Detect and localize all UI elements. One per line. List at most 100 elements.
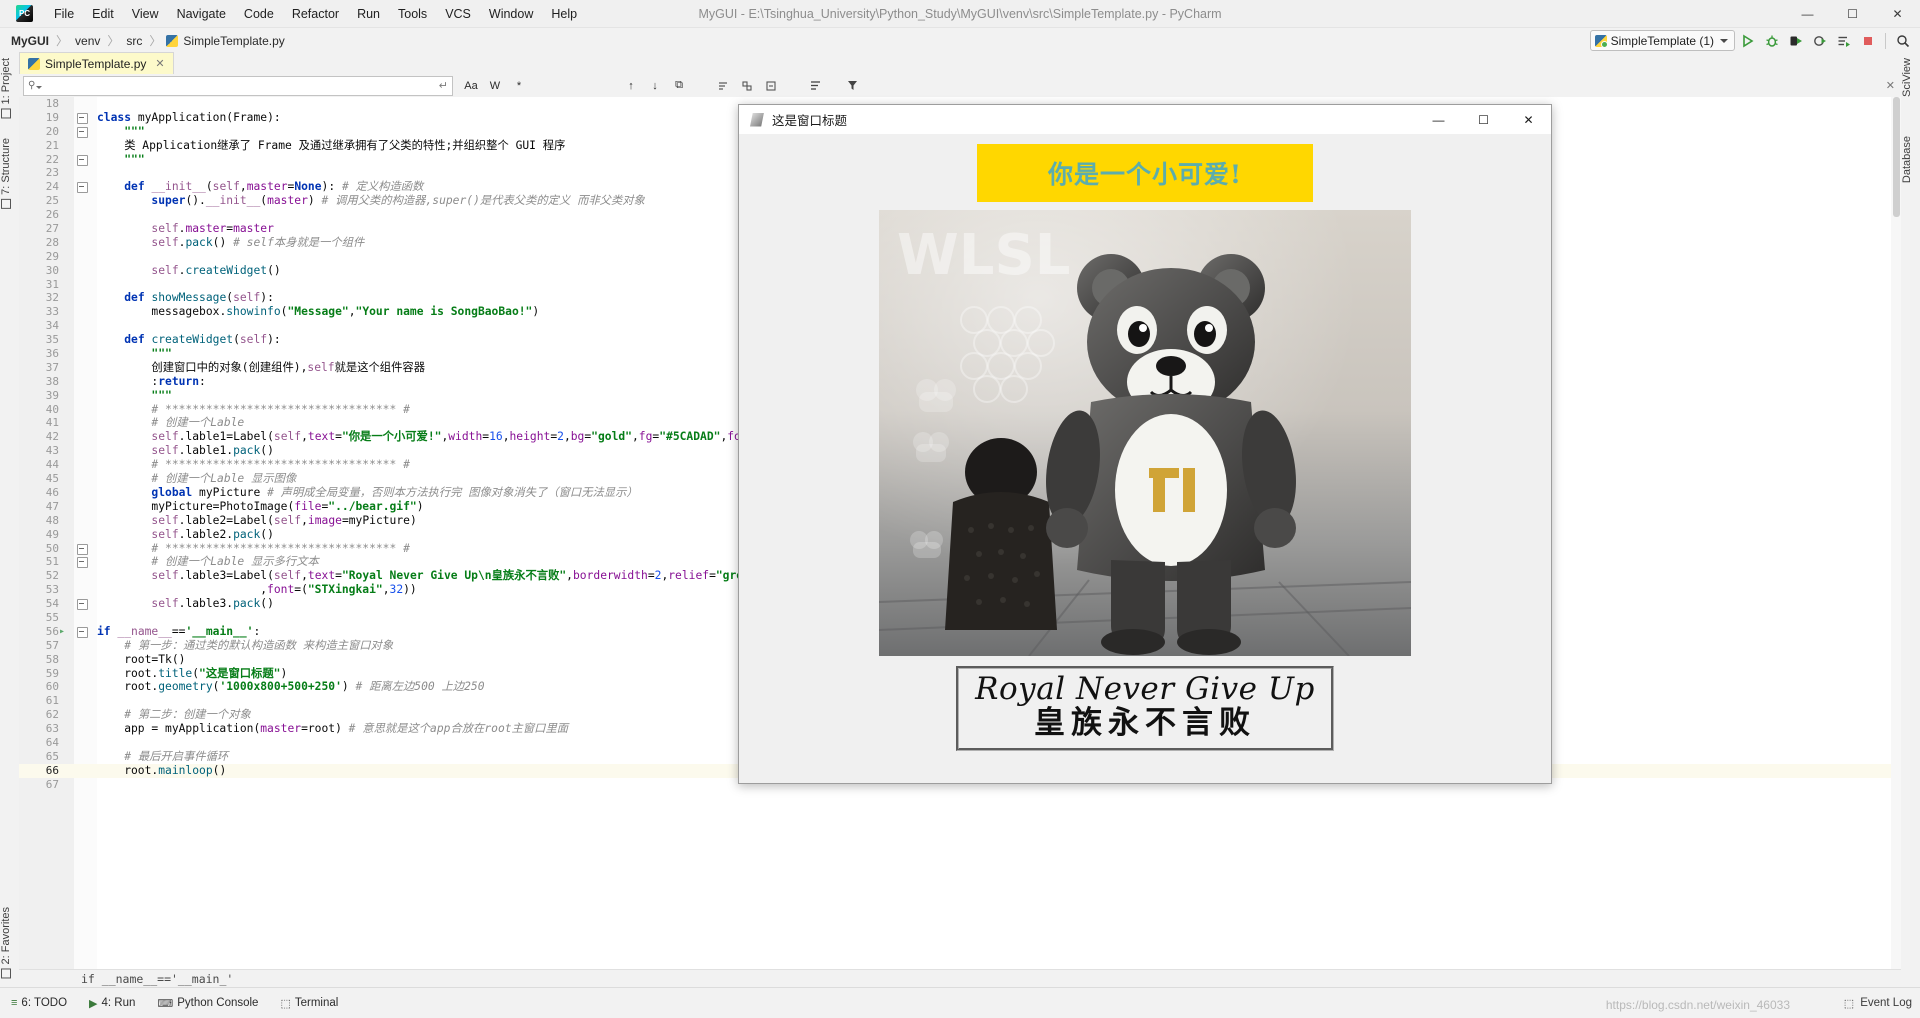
- status-run-label: 4: Run: [101, 997, 135, 1009]
- filter-button[interactable]: [841, 76, 863, 95]
- sort-alpha-button[interactable]: [804, 76, 826, 95]
- status-todo[interactable]: ≡ 6: TODO: [0, 992, 78, 1014]
- chevron-down-icon: [1720, 39, 1728, 43]
- sidebar-item-structure[interactable]: 7: Structure: [0, 134, 19, 213]
- move-down-button[interactable]: ↓: [644, 76, 666, 95]
- expand-button[interactable]: ⧉: [668, 76, 690, 95]
- settings-sync-button[interactable]: [712, 76, 734, 95]
- menu-tools[interactable]: Tools: [389, 4, 436, 24]
- line-number: 42: [19, 430, 59, 444]
- pycharm-logo-icon: PC: [16, 5, 33, 22]
- run-coverage-button[interactable]: [1785, 30, 1807, 52]
- line-number: 38: [19, 375, 59, 389]
- close-button[interactable]: ✕: [1875, 0, 1920, 27]
- editor-vertical-scrollbar[interactable]: [1891, 97, 1901, 988]
- breadcrumb: MyGUI 〉 venv 〉 src 〉 SimpleTemplate.py: [0, 32, 287, 49]
- sidebar-item-sciview[interactable]: SciView: [1901, 54, 1920, 101]
- pycharm-window: PC File Edit View Navigate Code Refactor…: [0, 0, 1920, 1018]
- close-icon[interactable]: ✕: [155, 57, 164, 70]
- tab-simpletemplate[interactable]: SimpleTemplate.py ✕: [19, 52, 174, 74]
- find-close-icon[interactable]: ✕: [1886, 79, 1895, 92]
- tk-window-controls: — ☐ ✕: [1416, 105, 1551, 134]
- star-icon: [1, 968, 11, 978]
- group-button[interactable]: [736, 76, 758, 95]
- line-number: 23: [19, 166, 59, 180]
- status-terminal[interactable]: ⬚ Terminal: [269, 992, 349, 1014]
- toolbar-divider: [1885, 33, 1886, 49]
- menu-edit[interactable]: Edit: [83, 4, 123, 24]
- menu-refactor[interactable]: Refactor: [283, 4, 348, 24]
- tk-label2-image: WLSL: [879, 210, 1411, 656]
- chevron-down-icon: [36, 86, 42, 89]
- fold-toggle-icon[interactable]: [77, 127, 88, 138]
- words-button[interactable]: W: [484, 76, 506, 95]
- run-button[interactable]: [1737, 30, 1759, 52]
- menu-window[interactable]: Window: [480, 4, 542, 24]
- search-input[interactable]: ⚲ ↵: [23, 76, 453, 96]
- line-number: 46: [19, 486, 59, 500]
- run-with-console-button[interactable]: [1833, 30, 1855, 52]
- tk-minimize-button[interactable]: —: [1416, 105, 1461, 134]
- fold-toggle-icon[interactable]: [77, 182, 88, 193]
- tk-maximize-button[interactable]: ☐: [1461, 105, 1506, 134]
- fold-toggle-icon[interactable]: [77, 557, 88, 568]
- status-python-console[interactable]: ⌨ Python Console: [146, 992, 269, 1014]
- breadcrumb-venv[interactable]: venv: [73, 34, 102, 48]
- menu-navigate[interactable]: Navigate: [168, 4, 235, 24]
- stop-button[interactable]: [1857, 30, 1879, 52]
- line-number: 64: [19, 736, 59, 750]
- status-run[interactable]: ▶ 4: Run: [78, 992, 146, 1014]
- menu-code[interactable]: Code: [235, 4, 283, 24]
- menu-help[interactable]: Help: [542, 4, 586, 24]
- line-number: 47: [19, 500, 59, 514]
- move-up-button[interactable]: ↑: [620, 76, 642, 95]
- debug-button[interactable]: [1761, 30, 1783, 52]
- scrollbar-thumb[interactable]: [1893, 97, 1900, 217]
- menu-view[interactable]: View: [123, 4, 168, 24]
- fold-toggle-icon[interactable]: [77, 599, 88, 610]
- line-number: 44: [19, 458, 59, 472]
- regex-button[interactable]: *: [508, 76, 530, 95]
- breadcrumb-src[interactable]: src: [124, 34, 144, 48]
- status-todo-label: 6: TODO: [21, 997, 67, 1009]
- expand-all-button[interactable]: [760, 76, 782, 95]
- project-icon: [1, 108, 11, 118]
- breadcrumb-file[interactable]: SimpleTemplate.py: [181, 34, 286, 48]
- regex-return-icon[interactable]: ↵: [439, 79, 448, 92]
- sidebar-item-project[interactable]: 1: Project: [0, 54, 19, 122]
- tk-title-bar: 这是窗口标题 — ☐ ✕: [739, 105, 1551, 135]
- coverage-icon: [1789, 34, 1803, 48]
- line-number: 59: [19, 667, 59, 681]
- fold-toggle-icon[interactable]: [77, 113, 88, 124]
- sidebar-item-database[interactable]: Database: [1901, 132, 1920, 187]
- tk-close-button[interactable]: ✕: [1506, 105, 1551, 134]
- search-icon: ⚲: [28, 80, 35, 91]
- menu-file[interactable]: File: [45, 4, 83, 24]
- menu-run[interactable]: Run: [348, 4, 389, 24]
- terminal-icon: ⬚: [280, 997, 290, 1010]
- sidebar-item-favorites[interactable]: 2: Favorites: [0, 903, 19, 982]
- tk-feather-icon: [750, 113, 764, 127]
- maximize-button[interactable]: ☐: [1830, 0, 1875, 27]
- line-number: 67: [19, 778, 59, 792]
- minimize-button[interactable]: —: [1785, 0, 1830, 27]
- line-number: 39: [19, 389, 59, 403]
- menu-vcs[interactable]: VCS: [436, 4, 480, 24]
- breadcrumb-mygui[interactable]: MyGUI: [9, 34, 51, 48]
- match-case-button[interactable]: Aa: [460, 76, 482, 95]
- tk-label3-line2: 皇族永不言败: [975, 706, 1315, 740]
- search-everywhere-button[interactable]: [1892, 30, 1914, 52]
- fold-toggle-icon[interactable]: [77, 544, 88, 555]
- fold-toggle-icon[interactable]: [77, 155, 88, 166]
- profile-button[interactable]: [1809, 30, 1831, 52]
- line-number: 25: [19, 194, 59, 208]
- event-log-icon: ⬚: [1844, 997, 1854, 1010]
- line-number: 56: [19, 625, 59, 639]
- tkinter-window[interactable]: 这是窗口标题 — ☐ ✕ 你是一个小可爱!: [738, 104, 1552, 784]
- breadcrumb-text: if __name__=='__main_': [81, 972, 233, 986]
- status-event-log-label[interactable]: Event Log: [1860, 997, 1912, 1009]
- fold-toggle-icon[interactable]: [77, 627, 88, 638]
- line-number: 55: [19, 611, 59, 625]
- run-configuration-selector[interactable]: SimpleTemplate (1): [1590, 30, 1735, 51]
- run-gutter-icon[interactable]: ▸: [59, 625, 70, 639]
